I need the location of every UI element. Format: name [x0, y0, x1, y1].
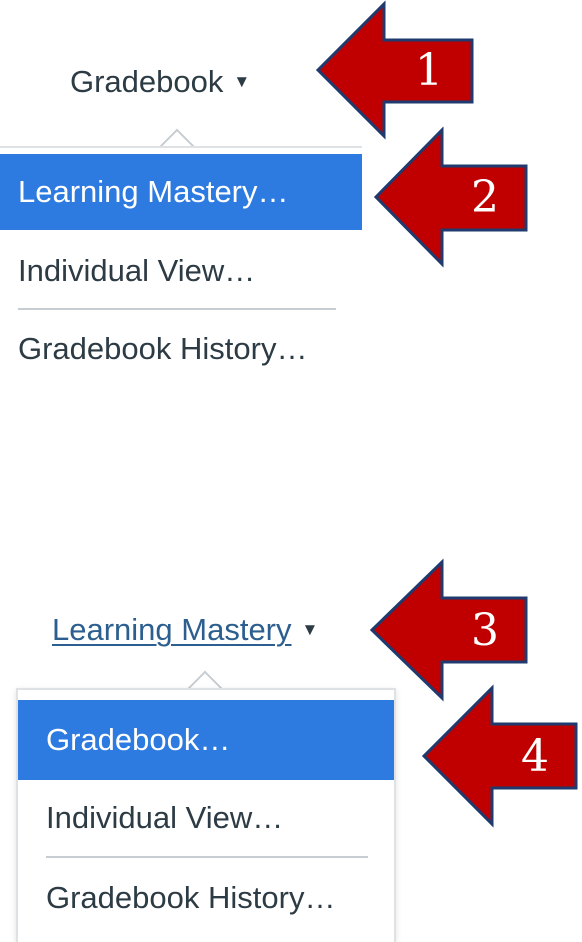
trigger-label: Learning Mastery — [52, 612, 292, 647]
menu-separator — [18, 308, 336, 310]
callout-arrow-1: 1 — [315, 0, 476, 140]
menu-item-label: Gradebook History… — [46, 880, 336, 915]
callout-number: 2 — [471, 171, 499, 223]
caret-down-icon: ▼ — [301, 620, 319, 639]
learning-mastery-dropdown-menu: Gradebook… Individual View… Gradebook Hi… — [16, 688, 396, 942]
callout-arrow-2: 2 — [373, 126, 530, 268]
trigger-label: Gradebook — [70, 64, 224, 99]
callout-arrow-4: 4 — [421, 684, 580, 828]
menu-separator — [46, 856, 368, 858]
menu-item-label: Gradebook… — [46, 722, 231, 757]
callout-number: 4 — [521, 730, 549, 782]
menu-item-gradebook[interactable]: Gradebook… — [18, 700, 394, 780]
menu-item-label: Learning Mastery… — [18, 174, 289, 209]
callout-number: 3 — [471, 604, 499, 656]
menu-top-border — [0, 146, 362, 148]
gradebook-dropdown-menu: Learning Mastery… Individual View… Grade… — [0, 146, 362, 386]
menu-item-gradebook-history[interactable]: Gradebook History… — [0, 312, 362, 386]
menu-item-label: Individual View… — [18, 253, 256, 288]
callout-arrow-3: 3 — [369, 558, 530, 702]
menu-item-individual-view[interactable]: Individual View… — [0, 234, 362, 308]
menu-item-label: Gradebook History… — [18, 331, 308, 366]
menu-item-gradebook-history[interactable]: Gradebook History… — [18, 860, 394, 936]
caret-down-icon: ▼ — [233, 72, 251, 91]
learning-mastery-menu-trigger[interactable]: Learning Mastery ▼ — [52, 612, 318, 648]
callout-number: 1 — [415, 44, 443, 96]
menu-item-learning-mastery[interactable]: Learning Mastery… — [0, 154, 362, 230]
menu-item-label: Individual View… — [46, 800, 284, 835]
gradebook-menu-trigger[interactable]: Gradebook ▼ — [70, 64, 250, 100]
menu-item-individual-view[interactable]: Individual View… — [18, 780, 394, 856]
